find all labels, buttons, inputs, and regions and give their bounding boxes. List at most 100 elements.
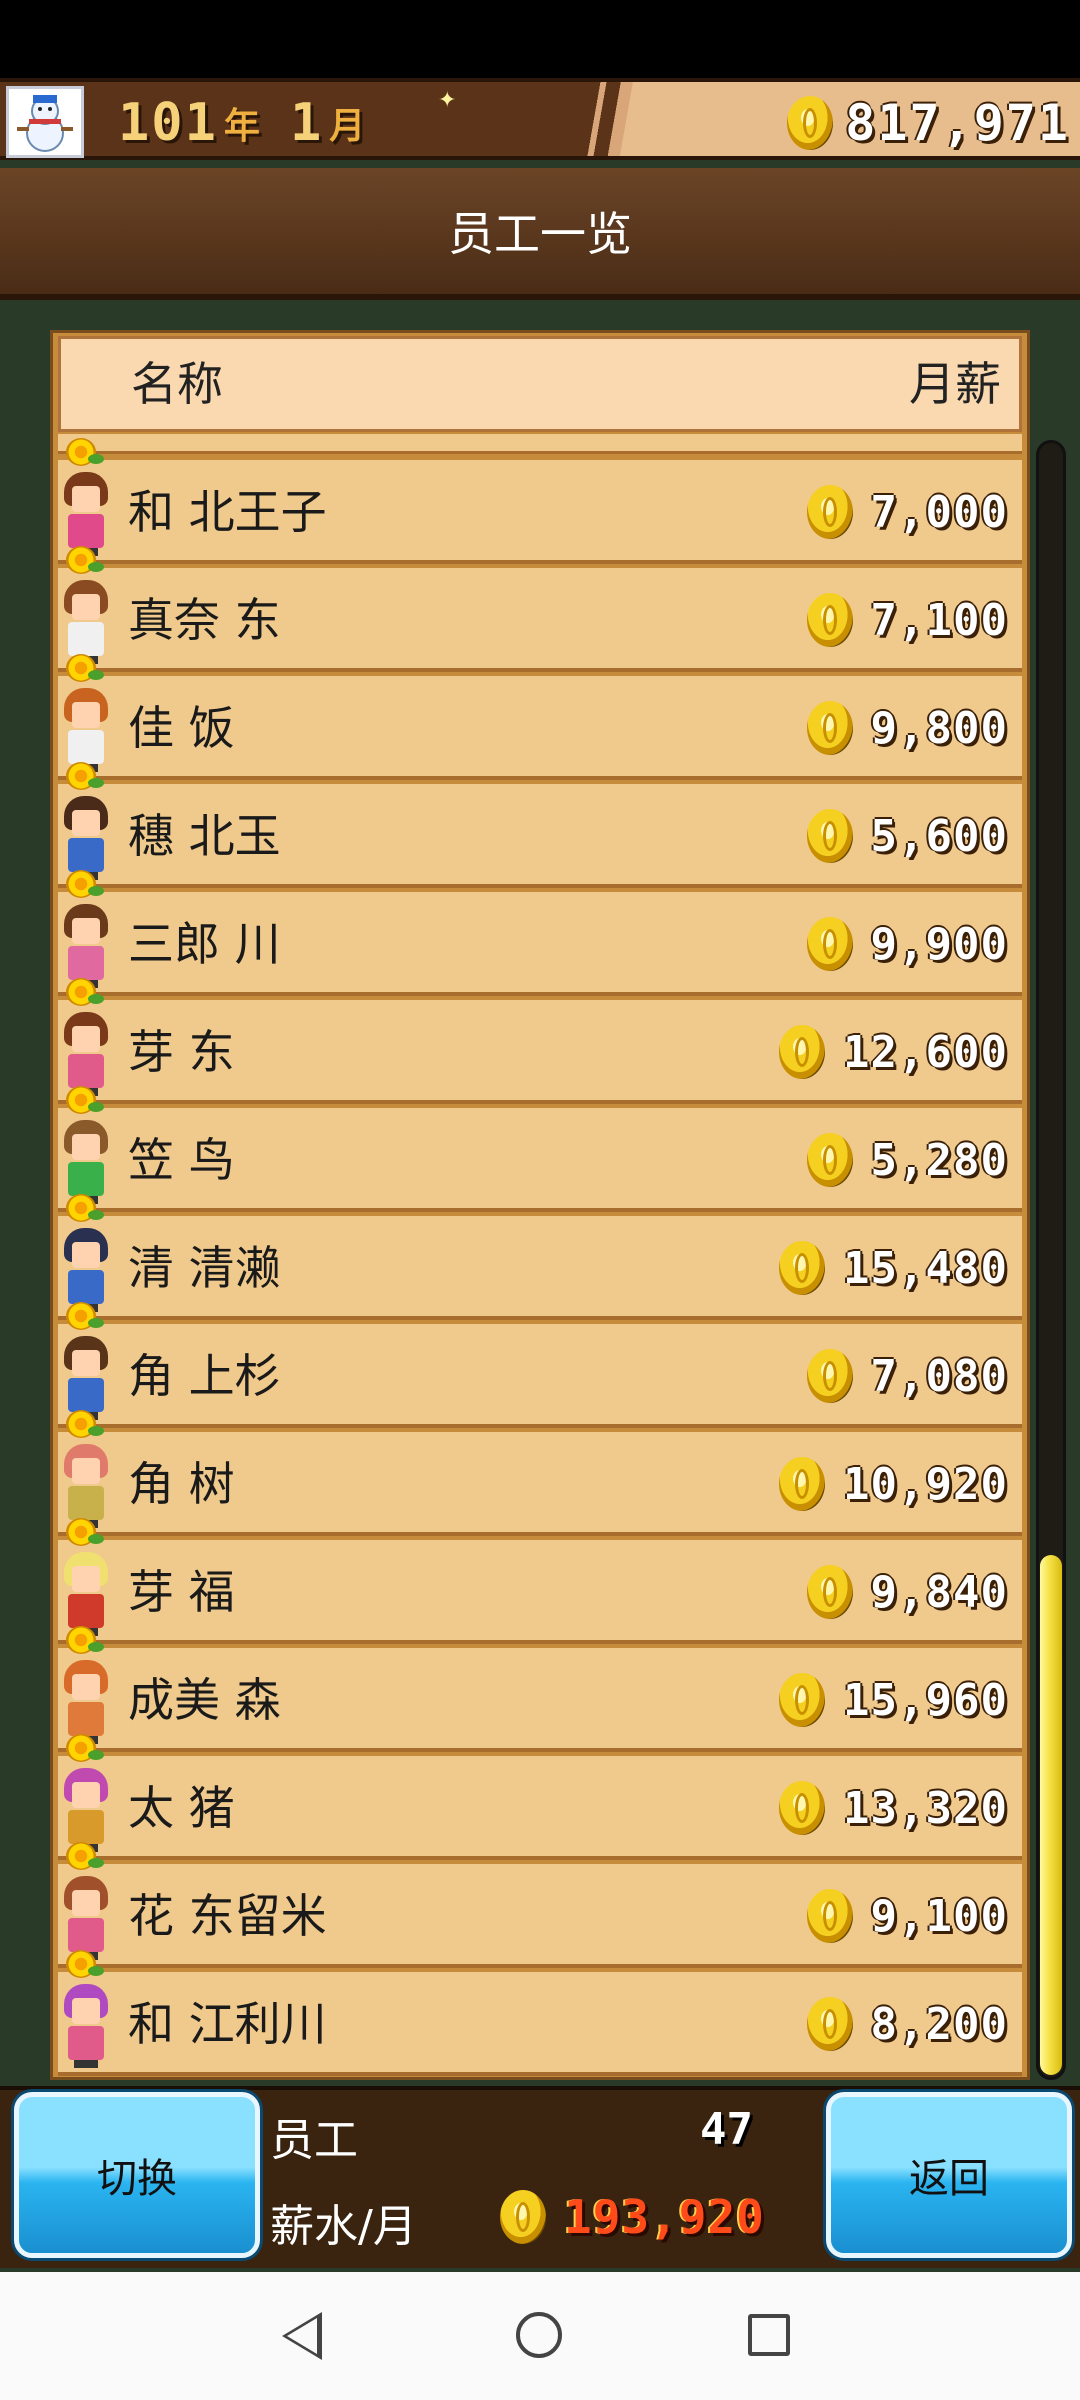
employee-salary: 5,280 bbox=[806, 1108, 1008, 1212]
staff-label: 员工 bbox=[270, 2115, 358, 2166]
salary-value: 9,100 bbox=[870, 1890, 1008, 1942]
list-item[interactable]: 和 江利川 8,200 bbox=[58, 1950, 1022, 2080]
salary-value: 9,840 bbox=[870, 1566, 1008, 1618]
coin-icon bbox=[779, 1457, 826, 1511]
switch-button[interactable]: 切换 bbox=[14, 2092, 260, 2258]
flower-icon bbox=[64, 870, 104, 900]
sparkle-icon: ✦ bbox=[438, 88, 457, 113]
coin-icon bbox=[779, 1025, 826, 1079]
flower-icon bbox=[64, 1950, 104, 1980]
employee-name: 穗 北玉 bbox=[128, 809, 281, 863]
employee-name: 太 猪 bbox=[128, 1781, 235, 1835]
game-top-bar: 101 年 1 月 ✦ 817,971 bbox=[0, 78, 1080, 160]
employee-avatar bbox=[60, 904, 112, 988]
list-item[interactable]: 穗 北玉 5,600 bbox=[58, 762, 1022, 892]
nav-home-icon[interactable] bbox=[516, 2312, 562, 2358]
coin-icon bbox=[806, 1133, 853, 1187]
list-item[interactable]: 角 上杉 7,080 bbox=[58, 1302, 1022, 1432]
game-date: 101 年 1 月 bbox=[118, 86, 395, 160]
nav-back-icon[interactable] bbox=[282, 2312, 322, 2360]
salary-value: 5,280 bbox=[870, 1134, 1008, 1186]
monthly-wage-total: 193,920 bbox=[500, 2190, 765, 2244]
employee-name: 角 上杉 bbox=[128, 1349, 281, 1403]
list-item[interactable]: 笠 鸟 5,280 bbox=[58, 1086, 1022, 1216]
flower-icon bbox=[64, 978, 104, 1008]
staff-count: 47 bbox=[700, 2104, 753, 2155]
list-item[interactable]: 芽 东 12,600 bbox=[58, 978, 1022, 1108]
employee-avatar bbox=[60, 1876, 112, 1960]
list-item-partial[interactable] bbox=[58, 434, 1022, 454]
salary-value: 9,900 bbox=[870, 918, 1008, 970]
employee-name: 佳 饭 bbox=[128, 701, 235, 755]
salary-value: 8,200 bbox=[870, 1998, 1008, 2050]
employee-salary: 9,800 bbox=[806, 676, 1008, 780]
employee-salary: 13,320 bbox=[779, 1756, 1008, 1860]
employee-salary: 9,840 bbox=[806, 1540, 1008, 1644]
employee-avatar bbox=[60, 1552, 112, 1636]
list-item[interactable]: 太 猪 13,320 bbox=[58, 1734, 1022, 1864]
employee-salary: 5,600 bbox=[806, 784, 1008, 888]
list-item[interactable]: 和 北王子 7,000 bbox=[58, 438, 1022, 568]
employee-salary: 12,600 bbox=[779, 1000, 1008, 1104]
coin-icon bbox=[806, 809, 853, 863]
employee-name: 成美 森 bbox=[128, 1673, 281, 1727]
employee-avatar bbox=[60, 1228, 112, 1312]
year-number: 101 bbox=[118, 93, 218, 153]
flower-icon bbox=[64, 654, 104, 684]
employee-avatar bbox=[60, 1660, 112, 1744]
scrollbar-thumb[interactable] bbox=[1040, 1555, 1062, 2075]
status-bar bbox=[0, 0, 1080, 78]
list-item[interactable]: 佳 饭 9,800 bbox=[58, 654, 1022, 784]
employee-salary: 15,480 bbox=[779, 1216, 1008, 1320]
employee-avatar bbox=[60, 1336, 112, 1420]
employee-name: 清 清濑 bbox=[128, 1241, 281, 1295]
snowman-avatar-icon[interactable] bbox=[6, 86, 84, 158]
coin-icon bbox=[806, 485, 853, 539]
flower-icon bbox=[64, 546, 104, 576]
year-unit: 年 bbox=[223, 106, 260, 147]
coin-icon bbox=[779, 1673, 826, 1727]
employee-name: 花 东留米 bbox=[128, 1889, 327, 1943]
list-item[interactable]: 花 东留米 9,100 bbox=[58, 1842, 1022, 1972]
employee-salary: 10,920 bbox=[779, 1432, 1008, 1536]
flower-icon bbox=[64, 1302, 104, 1332]
list-item[interactable]: 角 树 10,920 bbox=[58, 1410, 1022, 1540]
salary-value: 12,600 bbox=[843, 1026, 1008, 1078]
employee-name: 笠 鸟 bbox=[128, 1133, 235, 1187]
flower-icon bbox=[64, 1734, 104, 1764]
salary-value: 7,000 bbox=[870, 486, 1008, 538]
month-number: 1 bbox=[289, 93, 324, 153]
wage-total-value: 193,920 bbox=[564, 2190, 765, 2244]
employee-avatar bbox=[60, 1120, 112, 1204]
flower-icon bbox=[64, 1086, 104, 1116]
employee-avatar bbox=[60, 1984, 112, 2068]
employee-name: 真奈 东 bbox=[128, 593, 281, 647]
employee-name: 和 北王子 bbox=[128, 485, 327, 539]
employee-name: 角 树 bbox=[128, 1457, 235, 1511]
coin-icon bbox=[806, 593, 853, 647]
list-item[interactable]: 三郎 川 9,900 bbox=[58, 870, 1022, 1000]
employee-salary: 15,960 bbox=[779, 1648, 1008, 1752]
salary-value: 5,600 bbox=[870, 810, 1008, 862]
list-item[interactable]: 清 清濑 15,480 bbox=[58, 1194, 1022, 1324]
flower-icon bbox=[64, 762, 104, 792]
switch-button-label: 切换 bbox=[97, 2156, 177, 2202]
list-item[interactable]: 真奈 东 7,100 bbox=[58, 546, 1022, 676]
salary-value: 15,960 bbox=[843, 1674, 1008, 1726]
employee-salary: 7,080 bbox=[806, 1324, 1008, 1428]
flower-icon bbox=[64, 1626, 104, 1656]
employee-name: 芽 东 bbox=[128, 1025, 235, 1079]
column-header-name: 名称 bbox=[131, 357, 223, 411]
back-button[interactable]: 返回 bbox=[826, 2092, 1072, 2258]
list-item[interactable]: 成美 森 15,960 bbox=[58, 1626, 1022, 1756]
list-item[interactable]: 芽 福 9,840 bbox=[58, 1518, 1022, 1648]
employee-salary: 9,100 bbox=[806, 1864, 1008, 1968]
salary-value: 10,920 bbox=[843, 1458, 1008, 1510]
wage-label: 薪水/月 bbox=[270, 2201, 417, 2252]
employee-name: 和 江利川 bbox=[128, 1997, 327, 2051]
coin-icon bbox=[779, 1781, 826, 1835]
nav-recents-icon[interactable] bbox=[748, 2314, 790, 2356]
employee-list[interactable]: 和 北王子 7,000 真奈 东 7,100 佳 饭 9,800 穗 北玉 5,600 三郎 川… bbox=[58, 438, 1022, 2080]
coin-icon bbox=[806, 1997, 853, 2051]
employee-name: 芽 福 bbox=[128, 1565, 235, 1619]
